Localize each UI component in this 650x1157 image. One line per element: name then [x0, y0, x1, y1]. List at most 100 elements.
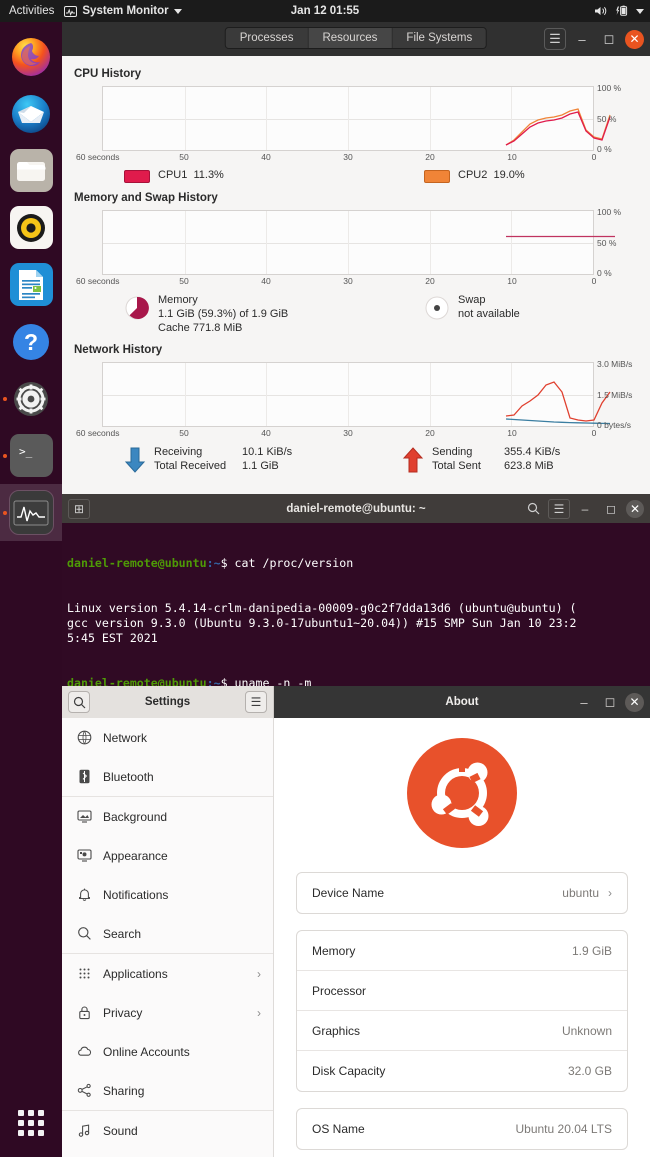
sidebar-item-label: Notifications [103, 888, 168, 902]
background-icon [76, 809, 92, 825]
sidebar-item-applications[interactable]: Applications › [62, 954, 273, 993]
search-icon[interactable] [68, 691, 90, 713]
show-applications-button[interactable] [0, 1099, 62, 1147]
share-icon [76, 1083, 92, 1099]
dock-item-files[interactable] [0, 142, 62, 199]
tab-file-systems[interactable]: File Systems [392, 28, 486, 48]
memory-plot [103, 211, 617, 274]
prompt-dollar: $ [221, 556, 235, 570]
close-icon[interactable]: ✕ [626, 500, 644, 518]
sidebar-item-network[interactable]: Network [62, 718, 273, 757]
graphics-row: Graphics Unknown [297, 1011, 627, 1051]
sidebar-item-sharing[interactable]: Sharing [62, 1071, 273, 1110]
memory-history-title: Memory and Swap History [74, 192, 638, 204]
sidebar-item-label: Background [103, 810, 167, 824]
dock-item-libreoffice-writer[interactable] [0, 256, 62, 313]
cpu1-label: CPU1 [158, 169, 187, 181]
processor-label: Processor [312, 984, 366, 998]
swap-label: Swap [458, 294, 520, 308]
system-tray[interactable] [594, 5, 644, 17]
dock-item-terminal[interactable]: >_ [0, 427, 62, 484]
hamburger-icon[interactable]: ☰ [548, 499, 570, 519]
dock-item-thunderbird[interactable] [0, 85, 62, 142]
cpu-history-graph: 100 % 50 % 0 % [102, 86, 594, 151]
sidebar-item-label: Sound [103, 1124, 138, 1138]
memory-history-graph: 100 % 50 % 0 % [102, 210, 594, 275]
search-icon[interactable] [522, 499, 544, 519]
sidebar-item-label: Online Accounts [103, 1045, 190, 1059]
sidebar-item-online-accounts[interactable]: Online Accounts [62, 1032, 273, 1071]
svg-text:>_: >_ [19, 445, 33, 458]
memory-label: Memory [158, 294, 288, 308]
hamburger-icon[interactable]: ☰ [245, 691, 267, 713]
desktop-screen: Activities System Monitor Jan 12 01:55 [0, 0, 650, 1157]
tab-resources[interactable]: Resources [308, 28, 392, 48]
memory-label: Memory [312, 944, 355, 958]
memory-cache: Cache 771.8 MiB [158, 322, 288, 336]
sidebar-item-label: Network [103, 731, 147, 745]
app-menu-label: System Monitor [82, 5, 168, 17]
disk-capacity-row: Disk Capacity 32.0 GB [297, 1051, 627, 1091]
sidebar-item-search[interactable]: Search [62, 914, 273, 953]
swap-status: not available [458, 308, 520, 322]
cpu2-color-swatch [424, 170, 450, 183]
battery-charging-icon [615, 5, 629, 17]
device-name-row[interactable]: Device Name ubuntu › [297, 873, 627, 913]
tab-processes[interactable]: Processes [226, 28, 309, 48]
volume-icon [594, 5, 608, 17]
new-tab-icon[interactable]: ⊞ [68, 499, 90, 519]
cpu-x-labels: 60 seconds 50 40 30 20 10 0 [102, 151, 594, 165]
sidebar-item-sound[interactable]: Sound [62, 1111, 273, 1150]
prompt-user: daniel-remote@ubuntu [67, 556, 207, 570]
system-monitor-icon [64, 6, 77, 17]
chevron-right-icon: › [257, 1006, 261, 1020]
os-name-row: OS Name Ubuntu 20.04 LTS [297, 1109, 627, 1149]
network-y-labels: 3.0 MiB/s 1.5 MiB/s 0 bytes/s [593, 363, 635, 428]
swap-pie-icon [424, 295, 450, 321]
cpu-legend: CPU1 11.3% CPU2 19.0% [124, 169, 638, 183]
sidebar-item-appearance[interactable]: Appearance [62, 836, 273, 875]
receiving-legend-item[interactable]: Receiving Total Received 10.1 KiB/s 1.1 … [124, 446, 402, 474]
minimize-icon[interactable]: – [573, 691, 595, 713]
memory-legend-item[interactable]: Memory 1.1 GiB (59.3%) of 1.9 GiB Cache … [124, 294, 424, 335]
dock-item-software[interactable] [0, 370, 62, 427]
top-bar: Activities System Monitor Jan 12 01:55 [0, 0, 650, 22]
maximize-icon[interactable]: ◻ [599, 691, 621, 713]
os-name-value: Ubuntu 20.04 LTS [515, 1122, 612, 1136]
sidebar-item-privacy[interactable]: Privacy › [62, 993, 273, 1032]
close-icon[interactable]: ✕ [625, 30, 644, 49]
dock: ? [0, 22, 62, 1157]
dock-item-rhythmbox[interactable] [0, 199, 62, 256]
minimize-icon[interactable]: – [574, 499, 596, 519]
resources-panel: CPU History 100 % 50 % 0 % 60 seconds 5 [62, 56, 650, 474]
swap-legend-item[interactable]: Swap not available [424, 294, 520, 335]
dock-item-system-monitor[interactable] [0, 484, 62, 541]
dock-item-firefox[interactable] [0, 28, 62, 85]
cpu2-legend[interactable]: CPU2 19.0% [424, 169, 525, 183]
sound-icon [76, 1123, 92, 1139]
settings-titlebar: Settings ☰ About – ◻ ✕ [62, 686, 650, 718]
running-indicator [3, 397, 7, 401]
hamburger-icon[interactable]: ☰ [544, 28, 566, 50]
upload-arrow-icon [402, 446, 424, 474]
sidebar-item-notifications[interactable]: Notifications [62, 875, 273, 914]
receiving-value: 10.1 KiB/s [242, 446, 292, 460]
total-received-label: Total Received [154, 460, 232, 474]
cpu-history-title: CPU History [74, 68, 638, 80]
maximize-icon[interactable]: ◻ [600, 499, 622, 519]
dock-item-help[interactable]: ? [0, 313, 62, 370]
cpu1-legend[interactable]: CPU1 11.3% [124, 169, 424, 183]
libreoffice-writer-icon [10, 263, 53, 306]
activities-button[interactable]: Activities [0, 5, 64, 17]
memory-usage: 1.1 GiB (59.3%) of 1.9 GiB [158, 308, 288, 322]
minimize-icon[interactable]: – [571, 28, 593, 50]
settings-sidebar: Network Bluetooth Background [62, 718, 274, 1157]
processor-row: Processor [297, 971, 627, 1011]
sidebar-item-background[interactable]: Background [62, 797, 273, 836]
close-icon[interactable]: ✕ [625, 693, 644, 712]
sending-legend-item[interactable]: Sending Total Sent 355.4 KiB/s 623.8 MiB [402, 446, 560, 474]
maximize-icon[interactable]: ◻ [598, 28, 620, 50]
sidebar-item-bluetooth[interactable]: Bluetooth [62, 757, 273, 796]
app-menu-button[interactable]: System Monitor [64, 5, 181, 17]
memory-legend: Memory 1.1 GiB (59.3%) of 1.9 GiB Cache … [124, 294, 638, 335]
